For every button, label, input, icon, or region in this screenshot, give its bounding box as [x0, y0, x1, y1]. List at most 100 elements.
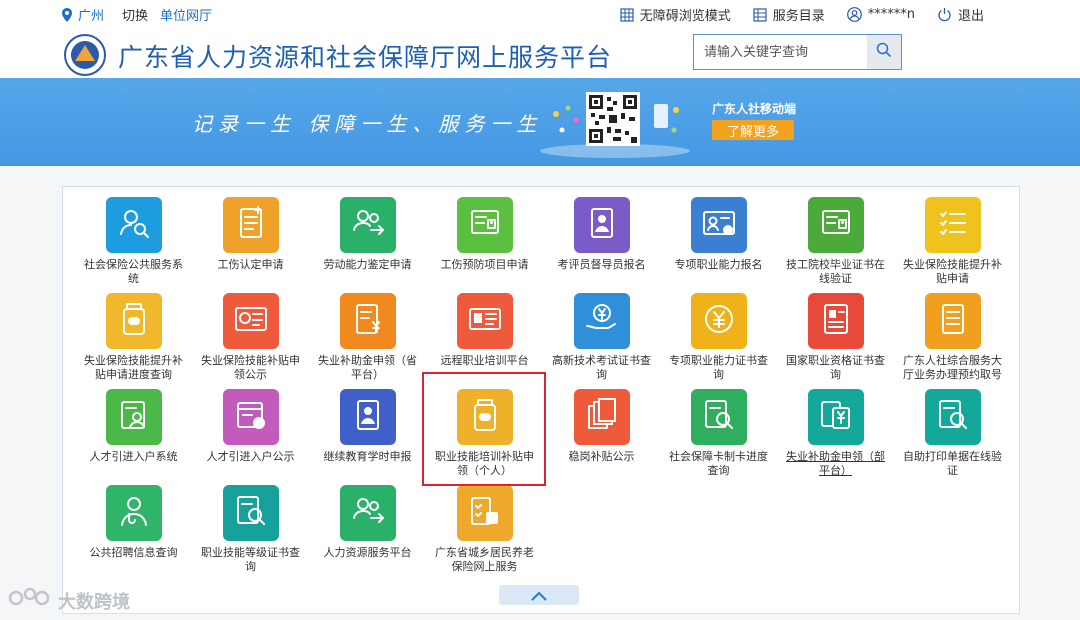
service-tile-label: 自助打印单据在线验证 [903, 450, 1002, 477]
service-tile[interactable]: 广东省城乡居民养老保险网上服务 [426, 483, 543, 579]
logout-label: 退出 [957, 9, 984, 24]
catalog-icon [753, 7, 767, 22]
doctor-icon [115, 492, 153, 534]
service-tile[interactable]: 工伤预防项目申请 [426, 195, 543, 291]
service-tile[interactable]: 国家职业资格证书查询 [777, 291, 894, 387]
service-tile-icon-box [924, 293, 981, 349]
user-name: ******n [867, 7, 915, 22]
logout-link[interactable]: 退出 [937, 5, 984, 24]
service-tile-label: 职业技能等级证书查询 [201, 546, 300, 573]
service-tile-icon-box [690, 197, 747, 253]
service-tile-label: 广东人社综合服务大厅业务办理预约取号 [903, 354, 1002, 381]
service-tile-label: 失业保险技能提升补贴申请进度查询 [84, 354, 183, 381]
service-tile[interactable]: 人力资源服务平台 [309, 483, 426, 579]
service-tile[interactable]: 失业保险技能提升补贴申请 [894, 195, 1011, 291]
service-tile[interactable]: 稳岗补贴公示 [543, 387, 660, 483]
document-lines-icon [934, 300, 972, 342]
search-input[interactable] [694, 35, 866, 69]
badge-person-icon [583, 204, 621, 246]
service-tile[interactable]: 人才引进入户公示 [192, 387, 309, 483]
service-tile[interactable]: 公共招聘信息查询 [75, 483, 192, 579]
service-tile-label: 远程职业培训平台 [440, 354, 529, 367]
service-tile[interactable]: 广东人社综合服务大厅业务办理预约取号 [894, 291, 1011, 387]
service-catalog-label: 服务目录 [772, 9, 825, 24]
service-tile-label: 工伤认定申请 [217, 258, 284, 271]
service-tile-label: 社会保险公共服务系统 [84, 258, 183, 285]
site-title[interactable]: 广东省人力资源和社会保障厅网上服务平台 [118, 38, 612, 74]
service-catalog-link[interactable]: 服务目录 [753, 5, 825, 24]
unit-hall-link[interactable]: 单位网厅 [160, 5, 212, 24]
user-menu[interactable]: ******n [846, 7, 915, 22]
search-button[interactable] [867, 35, 901, 69]
accessibility-link[interactable]: 无障碍浏览模式 [620, 5, 731, 24]
document-yuan-icon [349, 300, 387, 342]
service-tile[interactable]: 人才引进入户系统 [75, 387, 192, 483]
service-tile-label: 社会保障卡制卡进度查询 [669, 450, 768, 477]
service-tile[interactable]: 职业技能等级证书查询 [192, 483, 309, 579]
service-tile-icon-box [222, 293, 279, 349]
service-tile-icon-box [105, 389, 162, 445]
service-tile[interactable]: 社会保障卡制卡进度查询 [660, 387, 777, 483]
doc-yuan-icon [817, 396, 855, 438]
service-tile[interactable]: 专项职业能力证书查询 [660, 291, 777, 387]
service-tile-icon-box [105, 197, 162, 253]
service-tile[interactable]: 失业保险技能提升补贴申请进度查询 [75, 291, 192, 387]
service-tile-label: 考评员督导员报名 [557, 258, 646, 271]
doc-person-icon [115, 396, 153, 438]
service-tile-label: 高新技术考试证书查询 [552, 354, 651, 381]
service-tile[interactable]: 技工院校毕业证书在线验证 [777, 195, 894, 291]
service-tile[interactable]: 劳动能力鉴定申请 [309, 195, 426, 291]
service-tile[interactable]: 社会保险公共服务系统 [75, 195, 192, 291]
calendar-dollar-icon [232, 396, 270, 438]
floating-decor-icon [553, 105, 579, 133]
qr-illustration [540, 86, 690, 162]
grid-icon [620, 7, 634, 22]
service-tile-icon-box [690, 389, 747, 445]
service-tile-icon-box [222, 389, 279, 445]
certificate-icon [466, 204, 504, 246]
doc-search-icon [700, 396, 738, 438]
service-tile[interactable]: 失业补助金申领（部平台） [777, 387, 894, 483]
service-tile-label: 人力资源服务平台 [323, 546, 412, 559]
watermark-logo-icon [8, 586, 52, 615]
service-tile[interactable]: 失业补助金申领（省平台） [309, 291, 426, 387]
banner-slogan: 记录一生 保障一生、服务一生 [192, 112, 543, 136]
service-tile[interactable]: 考评员督导员报名 [543, 195, 660, 291]
profile-doc-icon [817, 300, 855, 342]
service-tile-icon-box [222, 485, 279, 541]
service-tile-icon-box [924, 197, 981, 253]
emblem-logo[interactable] [64, 34, 106, 76]
top-bar: 广州 切换 单位网厅 无障碍浏览模式 服务目录 ******n 退出 [0, 0, 1080, 28]
service-tile-label: 工伤预防项目申请 [440, 258, 529, 271]
switch-link[interactable]: 切换 [122, 5, 148, 24]
hand-yuan-icon [583, 300, 621, 342]
checklist-icon [934, 204, 972, 246]
location-pin-icon [62, 7, 72, 22]
doc-search-icon [232, 492, 270, 534]
service-tile[interactable]: 高新技术考试证书查询 [543, 291, 660, 387]
service-tile-label: 国家职业资格证书查询 [786, 354, 885, 381]
service-tile[interactable]: 专项职业能力报名 [660, 195, 777, 291]
service-tile-label: 稳岗补贴公示 [568, 450, 635, 463]
service-tile[interactable]: 失业保险技能补贴申领公示 [192, 291, 309, 387]
service-tile-label: 失业保险技能补贴申领公示 [201, 354, 300, 381]
collapse-button[interactable] [499, 585, 579, 605]
service-tile-label: 失业保险技能提升补贴申请 [903, 258, 1002, 285]
service-tile-icon-box [339, 197, 396, 253]
service-tile-icon-box [339, 389, 396, 445]
service-tile[interactable]: 工伤认定申请 [192, 195, 309, 291]
service-tile-icon-box [339, 485, 396, 541]
top-bar-left: 广州 切换 单位网厅 [62, 5, 212, 24]
service-tile-label: 继续教育学时申报 [323, 450, 412, 463]
learn-more-button[interactable]: 了解更多 [712, 120, 794, 140]
document-plus-icon [232, 204, 270, 246]
service-tile[interactable]: 自助打印单据在线验证 [894, 387, 1011, 483]
service-tile-label: 失业补助金申领（部平台） [786, 450, 885, 477]
service-tile-label: 失业补助金申领（省平台） [318, 354, 417, 381]
service-tile-icon-box [807, 389, 864, 445]
yuan-coin-icon [700, 300, 738, 342]
location-label[interactable]: 广州 [78, 5, 104, 24]
service-tile[interactable]: 继续教育学时申报 [309, 387, 426, 483]
person-search-icon [115, 204, 153, 246]
id-card-icon [466, 300, 504, 342]
